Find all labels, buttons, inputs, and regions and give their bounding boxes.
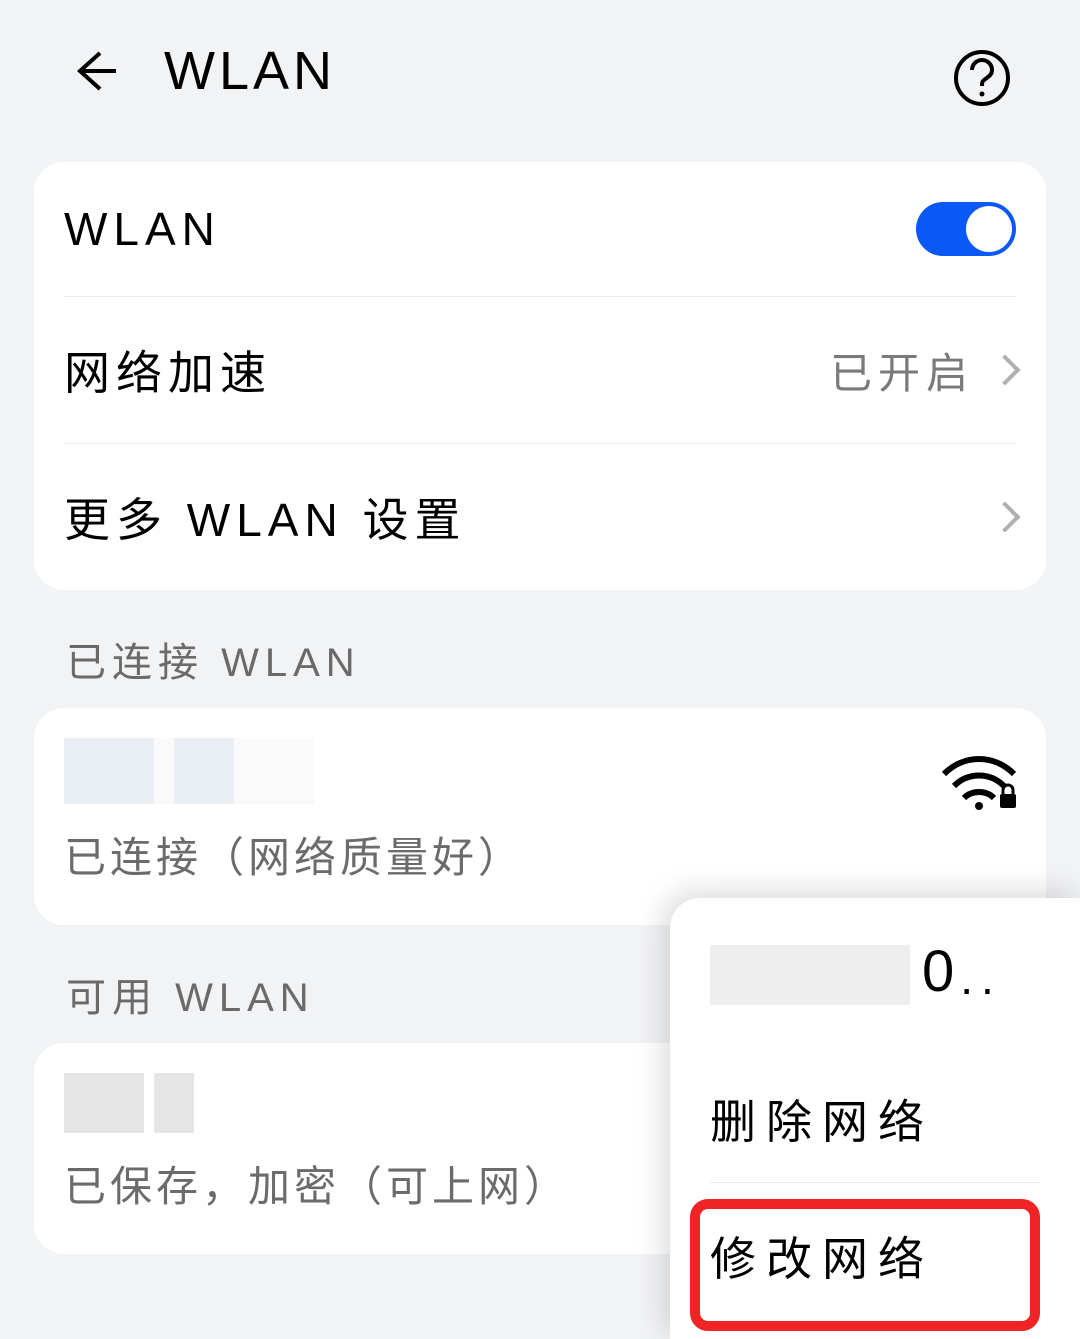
help-icon[interactable]	[952, 48, 1012, 108]
connected-section-title: 已连接 WLAN	[0, 590, 1080, 698]
network-context-menu: 0 .. 删除网络 修改网络	[670, 898, 1080, 1339]
network-boost-label: 网络加速	[64, 337, 272, 403]
modify-network-item[interactable]: 修改网络	[710, 1182, 1040, 1319]
wlan-toggle-label: WLAN	[64, 202, 221, 256]
toggle-knob	[966, 206, 1012, 252]
more-wlan-settings-row[interactable]: 更多 WLAN 设置	[34, 444, 1046, 590]
page-title: WLAN	[164, 40, 336, 102]
connected-network-name-redacted	[64, 738, 314, 804]
wlan-toggle-row: WLAN	[34, 162, 1046, 296]
wlan-toggle[interactable]	[916, 202, 1016, 256]
connected-network-row[interactable]: 已连接（网络质量好）	[34, 708, 1046, 925]
network-boost-row[interactable]: 网络加速 已开启	[34, 297, 1046, 443]
network-boost-value: 已开启	[830, 340, 974, 401]
chevron-right-icon	[989, 354, 1020, 385]
connected-network-status: 已连接（网络质量好）	[64, 824, 1016, 885]
popup-network-name-redacted	[710, 945, 910, 1005]
back-icon[interactable]	[68, 43, 124, 99]
delete-network-item[interactable]: 删除网络	[710, 1055, 1040, 1182]
more-wlan-settings-label: 更多 WLAN 设置	[64, 484, 466, 550]
popup-title: 0 ..	[710, 938, 1040, 1005]
wlan-settings-card: WLAN 网络加速 已开启 更多 WLAN 设置	[34, 162, 1046, 590]
popup-title-suffix: 0	[922, 938, 954, 1005]
connected-network-card: 已连接（网络质量好）	[34, 708, 1046, 925]
wifi-lock-icon	[942, 756, 1016, 815]
chevron-right-icon	[989, 501, 1020, 532]
popup-title-dots: ..	[960, 951, 1002, 1005]
